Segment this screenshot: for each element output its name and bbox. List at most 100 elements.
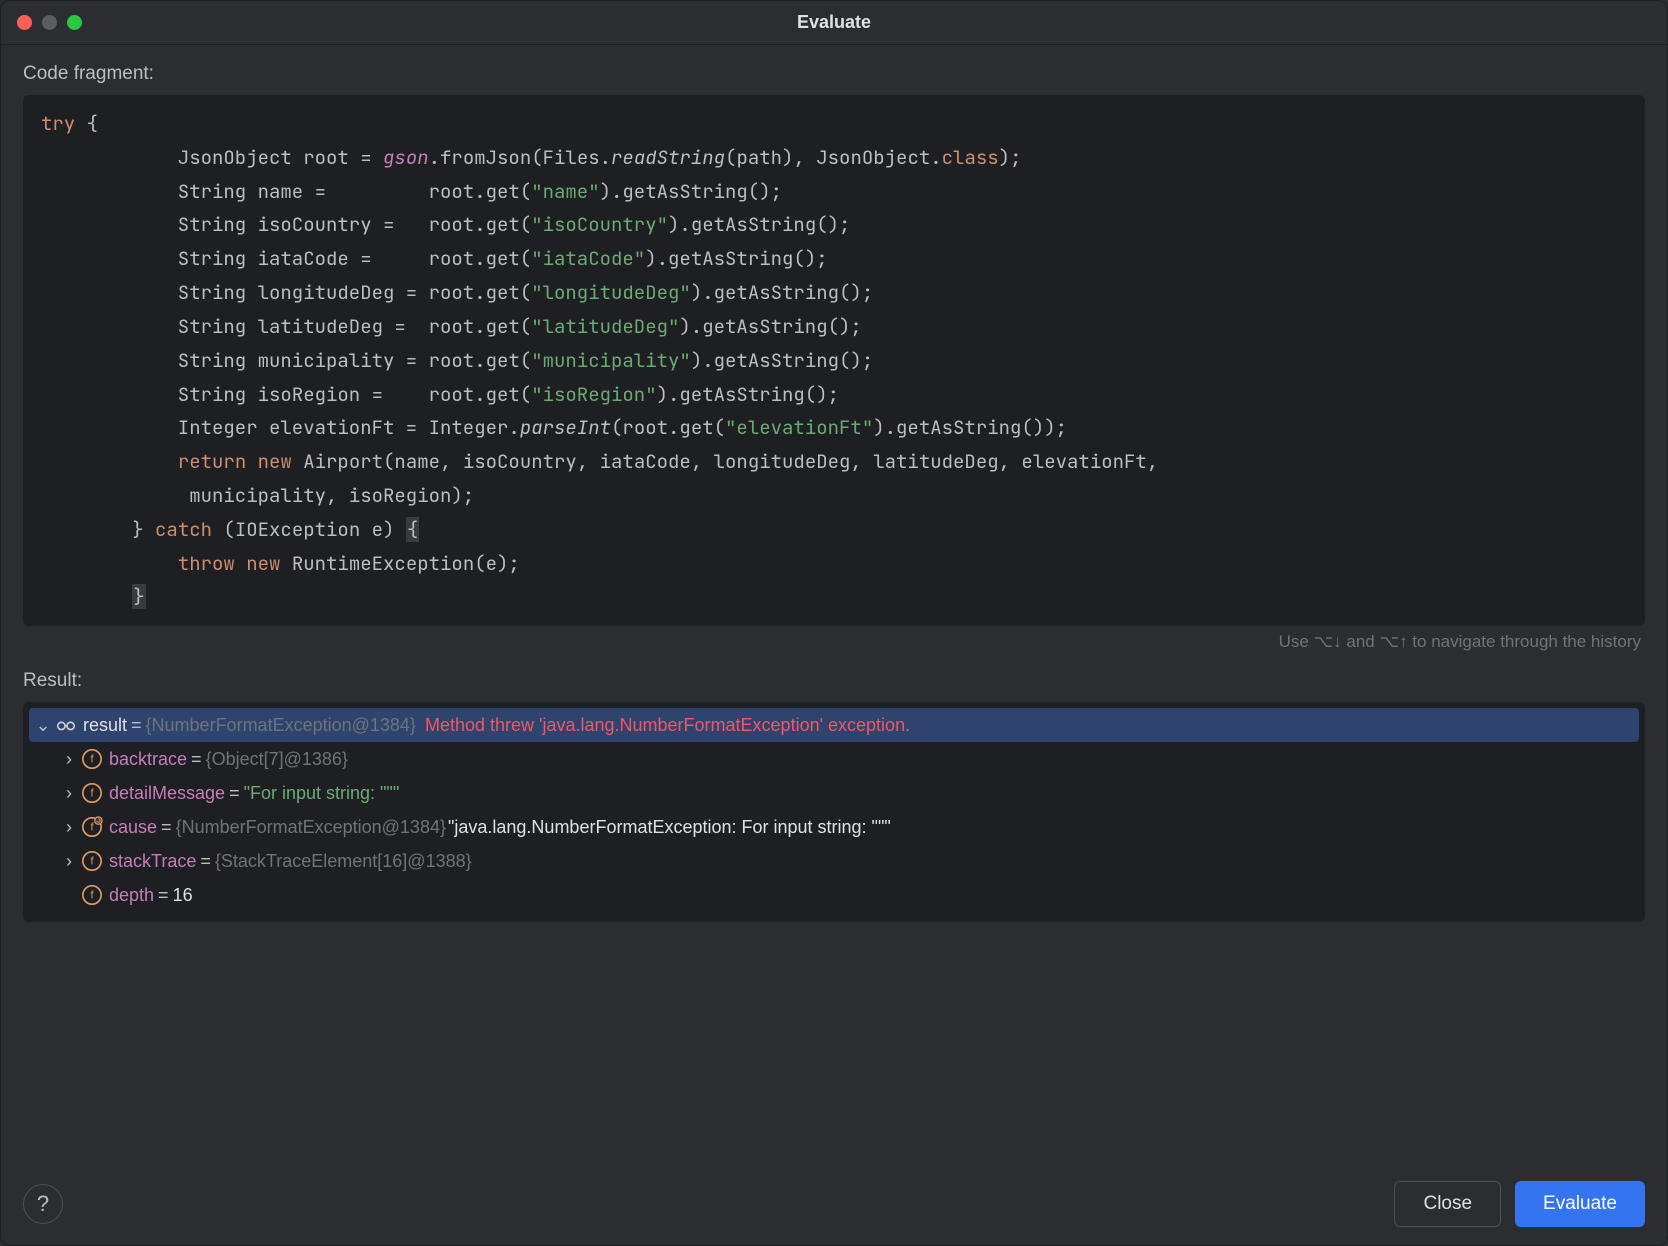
evaluate-dialog: Evaluate Code fragment: try { JsonObject… — [0, 0, 1668, 1246]
code-fragment-editor[interactable]: try { JsonObject root = gson.fromJson(Fi… — [23, 95, 1645, 626]
field-recursive-icon: f — [81, 816, 103, 838]
code-token: String name = root.get( — [41, 179, 531, 204]
code-token: "elevationFt" — [725, 415, 873, 440]
code-token: Airport(name, isoCountry, iataCode, long… — [292, 449, 1158, 474]
code-token: catch — [155, 517, 212, 542]
code-token: ).getAsString(); — [645, 246, 827, 271]
chevron-right-icon[interactable]: › — [59, 817, 79, 838]
help-button[interactable]: ? — [23, 1184, 63, 1224]
history-hint: Use ⌥↓ and ⌥↑ to navigate through the hi… — [23, 626, 1645, 670]
code-token: (path), JsonObject. — [725, 145, 942, 170]
code-token: "isoCountry" — [531, 212, 668, 237]
code-token: String municipality = root.get( — [41, 348, 531, 373]
code-token — [41, 551, 178, 576]
chevron-right-icon[interactable]: › — [59, 783, 79, 804]
titlebar: Evaluate — [1, 1, 1667, 45]
code-token: ); — [999, 145, 1022, 170]
code-token: return new — [178, 449, 292, 474]
chevron-down-icon[interactable]: ⌄ — [33, 715, 53, 736]
minimize-window-icon[interactable] — [42, 15, 57, 30]
chevron-right-icon[interactable]: › — [59, 851, 79, 872]
field-name: detailMessage — [109, 783, 225, 804]
close-button[interactable]: Close — [1394, 1181, 1501, 1227]
code-token: { — [75, 111, 98, 136]
code-token: String isoCountry = root.get( — [41, 212, 531, 237]
equals-sign: = — [156, 885, 171, 906]
code-token: class — [942, 145, 999, 170]
close-window-icon[interactable] — [17, 15, 32, 30]
footer-buttons: Close Evaluate — [1394, 1181, 1645, 1227]
field-name: backtrace — [109, 749, 187, 770]
code-token: } — [41, 517, 155, 542]
field-ref: {NumberFormatException@1384} — [176, 817, 446, 838]
code-token: ).getAsString(); — [691, 280, 873, 305]
result-ref: {NumberFormatException@1384} — [146, 715, 416, 736]
code-token: ).getAsString(); — [668, 212, 850, 237]
code-token: String longitudeDeg = root.get( — [41, 280, 531, 305]
dialog-content: Code fragment: try { JsonObject root = g… — [1, 45, 1667, 1163]
code-token — [41, 449, 178, 474]
code-token: throw new — [178, 551, 281, 576]
field-name: cause — [109, 817, 157, 838]
field-name: stackTrace — [109, 851, 196, 872]
result-panel: ⌄ result = {NumberFormatException@1384} … — [23, 702, 1645, 922]
zoom-window-icon[interactable] — [67, 15, 82, 30]
equals-sign: = — [129, 715, 144, 736]
code-token: "iataCode" — [531, 246, 645, 271]
code-token: municipality, isoRegion); — [41, 483, 474, 508]
field-value: {Object[7]@1386} — [206, 749, 348, 770]
code-token: } — [132, 584, 145, 609]
code-token: { — [406, 517, 419, 542]
result-var-name: result — [83, 715, 127, 736]
code-token: .fromJson(Files. — [429, 145, 611, 170]
equals-sign: = — [189, 749, 204, 770]
result-child-row[interactable]: › f detailMessage = "For input string: "… — [23, 776, 1645, 810]
equals-sign: = — [159, 817, 174, 838]
svg-text:f: f — [90, 822, 94, 834]
result-child-row[interactable]: › f stackTrace = {StackTraceElement[16]@… — [23, 844, 1645, 878]
field-icon: f — [81, 782, 103, 804]
code-token: try — [41, 111, 75, 136]
code-token: JsonObject root = — [41, 145, 383, 170]
field-value: {StackTraceElement[16]@1388} — [215, 851, 472, 872]
field-value: 16 — [173, 885, 193, 906]
svg-text:f: f — [90, 788, 94, 800]
code-token: "municipality" — [531, 348, 691, 373]
code-token: "longitudeDeg" — [531, 280, 691, 305]
code-token: gson — [383, 145, 429, 170]
result-label: Result: — [23, 670, 1645, 692]
svg-text:f: f — [90, 754, 94, 766]
chevron-right-icon[interactable]: › — [59, 749, 79, 770]
glasses-icon — [55, 714, 77, 736]
field-value: "java.lang.NumberFormatException: For in… — [448, 817, 891, 838]
code-token: readString — [611, 145, 725, 170]
code-fragment-label: Code fragment: — [23, 63, 1645, 85]
dialog-footer: ? Close Evaluate — [1, 1163, 1667, 1245]
field-icon: f — [81, 884, 103, 906]
code-token: "isoRegion" — [531, 382, 656, 407]
code-token: (root.get( — [611, 415, 725, 440]
evaluate-button[interactable]: Evaluate — [1515, 1181, 1645, 1227]
code-token — [41, 584, 132, 609]
equals-sign: = — [198, 851, 213, 872]
result-root-row[interactable]: ⌄ result = {NumberFormatException@1384} … — [29, 708, 1639, 742]
field-name: depth — [109, 885, 154, 906]
code-token: "name" — [531, 179, 599, 204]
code-token: String latitudeDeg = root.get( — [41, 314, 531, 339]
field-icon: f — [81, 748, 103, 770]
svg-text:f: f — [90, 890, 94, 902]
svg-text:f: f — [90, 856, 94, 868]
result-error-message: Method threw 'java.lang.NumberFormatExce… — [425, 715, 910, 736]
code-token: (IOException e) — [212, 517, 406, 542]
window-controls — [17, 15, 82, 30]
field-value: "For input string: """ — [244, 783, 400, 804]
code-token: parseInt — [520, 415, 611, 440]
code-token: RuntimeException(e); — [280, 551, 519, 576]
code-token: Integer elevationFt = Integer. — [41, 415, 520, 440]
code-token: String iataCode = root.get( — [41, 246, 531, 271]
result-child-row[interactable]: › f backtrace = {Object[7]@1386} — [23, 742, 1645, 776]
field-icon: f — [81, 850, 103, 872]
result-child-row[interactable]: › f depth = 16 — [23, 878, 1645, 912]
code-token: ).getAsString(); — [600, 179, 782, 204]
result-child-row[interactable]: › f cause = {NumberFormatException@1384}… — [23, 810, 1645, 844]
